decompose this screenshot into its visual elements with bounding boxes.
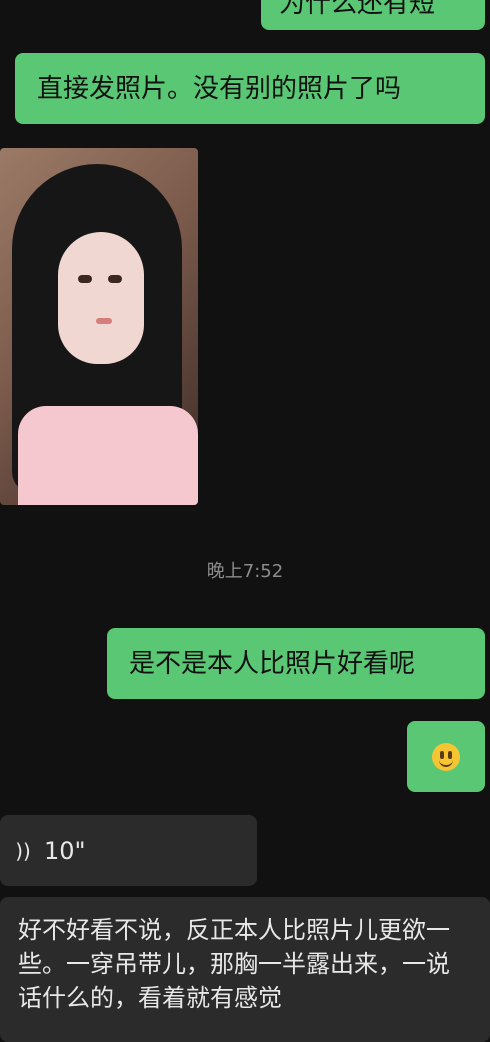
voice-message-content: )) 10" bbox=[0, 815, 257, 886]
photo-eye-left bbox=[78, 275, 92, 283]
message-text: 直接发照片。没有别的照片了吗 bbox=[37, 74, 402, 104]
message-text: 好不好看不说，反正本人比照片儿更欲一些。一穿吊带儿，那胸一半露出来，一说话什么的… bbox=[18, 916, 450, 1012]
message-text: 是不是本人比照片好看呢 bbox=[129, 649, 416, 679]
photo-mouth bbox=[96, 318, 112, 324]
voice-wave-icon: )) bbox=[15, 838, 31, 863]
emoji-bubble[interactable] bbox=[407, 721, 485, 792]
message-bubble[interactable]: 为什么还有短 bbox=[261, 0, 485, 30]
smile-mouth-icon bbox=[439, 757, 453, 767]
photo-eye-right bbox=[108, 275, 122, 283]
message-bubble[interactable]: 直接发照片。没有别的照片了吗 bbox=[15, 53, 485, 124]
shared-photo[interactable] bbox=[0, 148, 198, 505]
timestamp: 晚上7:52 bbox=[206, 561, 284, 582]
photo-face bbox=[58, 232, 144, 364]
photo-sweater bbox=[18, 406, 198, 505]
smile-emoji-icon bbox=[432, 742, 460, 771]
message-bubble[interactable]: 是不是本人比照片好看呢 bbox=[107, 628, 485, 699]
message-bubble[interactable]: 好不好看不说，反正本人比照片儿更欲一些。一穿吊带儿，那胸一半露出来，一说话什么的… bbox=[0, 897, 490, 1042]
message-text: 为什么还有短 bbox=[279, 0, 436, 19]
voice-duration: 10" bbox=[44, 836, 86, 865]
voice-message-bubble[interactable]: )) 10" bbox=[0, 815, 257, 886]
